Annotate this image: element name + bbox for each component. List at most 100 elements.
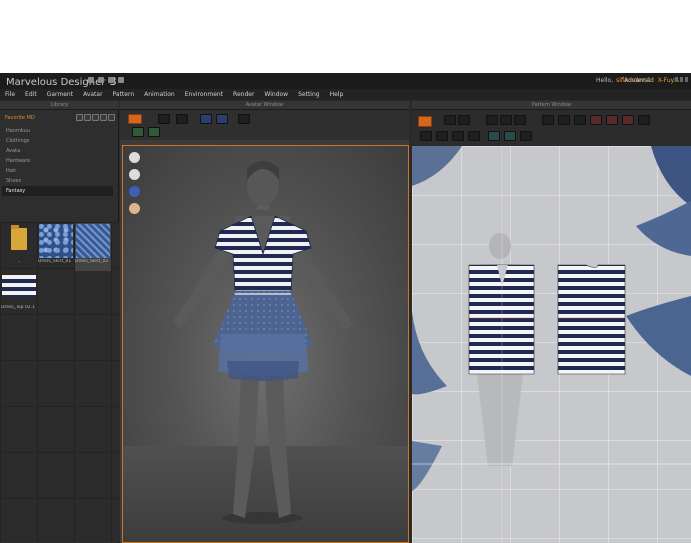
pattern-toolbar — [412, 110, 691, 146]
texture-edit-tool[interactable] — [488, 131, 500, 141]
library-tree: Hanmkuu Clothings Avata Hardware Hair Sh… — [2, 126, 113, 196]
fold-tool[interactable] — [200, 114, 212, 124]
menu-avatar[interactable]: Avatar — [83, 89, 102, 100]
menu-garment[interactable]: Garment — [47, 89, 73, 100]
thumbnail-caption: Dress_Skirt_02 — [75, 259, 109, 264]
maximize-button[interactable] — [680, 77, 683, 82]
menu-pattern[interactable]: Pattern — [113, 89, 135, 100]
thumbnail-dress-skirt-01[interactable]: Dress_Skirt_01 — [38, 223, 74, 271]
pattern-panel-header: Pattern Window — [412, 101, 691, 110]
up-folder-icon[interactable] — [84, 114, 91, 121]
library-item-hanmkuu[interactable]: Hanmkuu — [2, 126, 113, 136]
library-panel-title: Library — [50, 102, 69, 108]
avatar-panel-header: Avatar Window — [120, 101, 409, 110]
add-point-tool[interactable] — [486, 115, 498, 125]
thumbnail-dress-top-02[interactable]: Dress_Top 02.1 — [1, 269, 37, 317]
avatar-window — [120, 110, 409, 543]
select-mesh-tool[interactable] — [176, 114, 188, 124]
menu-render[interactable]: Render — [233, 89, 254, 100]
segment-sewing-tool[interactable] — [420, 131, 432, 141]
menu-environment[interactable]: Environment — [185, 89, 223, 100]
library-item-hair[interactable]: Hair — [2, 166, 113, 176]
reset-pattern-button[interactable] — [418, 116, 432, 127]
avatar-panel-title: Avatar Window — [245, 102, 284, 108]
pin-tool[interactable] — [238, 114, 250, 124]
measure-tool[interactable] — [148, 127, 160, 137]
menu-bar: File Edit Garment Avatar Pattern Animati… — [0, 89, 691, 100]
title-bar: Marvelous Designer 3 Hello,siflxorders1 … — [0, 73, 691, 89]
skin-display-icon[interactable] — [129, 203, 140, 214]
3d-viewport[interactable] — [122, 145, 409, 543]
mode-info: Advanced X-Fuyis — [624, 77, 679, 84]
free-sewing-tool[interactable] — [436, 131, 448, 141]
thumbnail-view-icon[interactable] — [100, 114, 107, 121]
new-file-icon[interactable] — [88, 77, 94, 83]
library-item-avata[interactable]: Avata — [2, 146, 113, 156]
menu-edit[interactable]: Edit — [25, 89, 37, 100]
edit-sewing-tool[interactable] — [452, 131, 464, 141]
dart-tool[interactable] — [590, 115, 602, 125]
menu-file[interactable]: File — [5, 89, 15, 100]
trace-tool[interactable] — [606, 115, 618, 125]
avatar-toolbar — [120, 110, 409, 140]
menu-window[interactable]: Window — [264, 89, 288, 100]
edit-curvature-tool[interactable] — [500, 115, 512, 125]
circle-tool[interactable] — [558, 115, 570, 125]
record-tool[interactable] — [132, 127, 144, 137]
undo-icon[interactable] — [108, 77, 114, 83]
cut-tool[interactable] — [622, 115, 634, 125]
app-name: Marvelous — [6, 77, 58, 88]
pattern-window — [412, 110, 691, 543]
refresh-icon[interactable] — [108, 114, 115, 121]
rectangle-tool[interactable] — [542, 115, 554, 125]
thumbnail-dress-skirt-02[interactable]: Dress_Skirt_02 — [75, 223, 111, 271]
close-button[interactable] — [685, 77, 688, 82]
menu-setting[interactable]: Setting — [298, 89, 319, 100]
garment-display-icon[interactable] — [129, 152, 140, 163]
open-file-icon[interactable] — [98, 77, 104, 83]
pattern-panel-title: Pattern Window — [531, 102, 572, 108]
pattern-pieces — [412, 146, 691, 543]
library-panel: Favorite MD Hanmkuu Clothings Avata Hard… — [0, 110, 119, 543]
library-item-fantasy[interactable]: Fantasy — [2, 186, 113, 196]
trim-tool[interactable] — [520, 131, 532, 141]
menu-animation[interactable]: Animation — [144, 89, 175, 100]
fold-arrangement-tool[interactable] — [638, 115, 650, 125]
library-view-tools — [76, 114, 115, 121]
avatar-with-garment — [173, 161, 353, 524]
simulate-button[interactable] — [128, 114, 142, 124]
library-item-clothings[interactable]: Clothings — [2, 136, 113, 146]
thumbnail-caption: .. — [17, 259, 21, 264]
graphic-tool[interactable] — [504, 131, 516, 141]
fabric-swatch-image — [39, 224, 73, 258]
library-thumbnail-grid: .. Dress_Skirt_01 Dress_Skirt_02 Dress_T… — [0, 222, 119, 542]
library-panel-header: Library — [0, 101, 119, 110]
library-path[interactable]: Favorite MD — [5, 115, 35, 121]
avatar-display-icon[interactable] — [129, 169, 140, 180]
folder-icon — [11, 225, 27, 250]
minimize-button[interactable] — [675, 77, 678, 82]
menu-help[interactable]: Help — [330, 89, 344, 100]
add-folder-icon[interactable] — [76, 114, 83, 121]
polygon-tool[interactable] — [514, 115, 526, 125]
select-move-tool[interactable] — [158, 114, 170, 124]
marvelous-designer-window: Marvelous Designer 3 Hello,siflxorders1 … — [0, 73, 691, 543]
quick-access-toolbar — [88, 77, 124, 83]
thumbnail-caption: Dress_Skirt_01 — [38, 259, 72, 264]
mode-label: Advanced — [624, 77, 654, 84]
user-greeting: Hello, — [595, 77, 614, 84]
library-item-shoes[interactable]: Shoes — [2, 176, 113, 186]
window-controls — [675, 77, 688, 82]
library-item-hardware[interactable]: Hardware — [2, 156, 113, 166]
garment-preview-image — [2, 275, 36, 297]
texture-display-icon[interactable] — [129, 186, 140, 197]
list-view-icon[interactable] — [92, 114, 99, 121]
tack-tool[interactable] — [216, 114, 228, 124]
tack-on-pattern-tool[interactable] — [468, 131, 480, 141]
edit-pattern-tool[interactable] — [458, 115, 470, 125]
internal-polygon-tool[interactable] — [574, 115, 586, 125]
2d-pattern-canvas[interactable] — [412, 146, 691, 543]
transform-pattern-tool[interactable] — [444, 115, 456, 125]
thumbnail-parent-folder[interactable]: .. — [1, 223, 37, 271]
redo-icon[interactable] — [118, 77, 124, 83]
